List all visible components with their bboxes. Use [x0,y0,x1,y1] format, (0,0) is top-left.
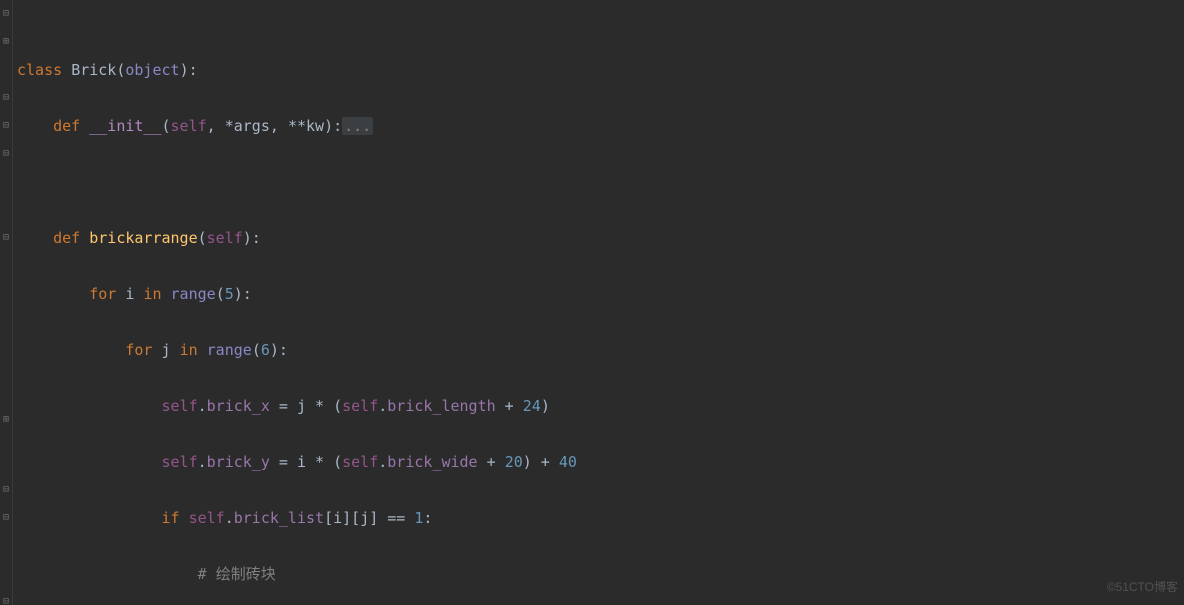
keyword-class: class [17,61,62,79]
fold-gutter[interactable]: ⊟ ⊞ ⊟ ⊟ ⊟ ⊟ ⊞ ⊟ ⊟ ⊟ [0,0,13,605]
fold-toggle-icon[interactable]: ⊟ [1,513,11,523]
fold-toggle-icon[interactable]: ⊟ [1,93,11,103]
self-param: self [171,117,207,135]
code-area[interactable]: class Brick(object): def __init__(self, … [13,0,1184,605]
code-line: self.brick_x = j * (self.brick_length + … [17,392,1184,420]
code-editor[interactable]: ⊟ ⊞ ⊟ ⊟ ⊟ ⊟ ⊞ ⊟ ⊟ ⊟ class Brick(object): def __in… [0,0,1184,605]
code-line: class Brick(object): [17,56,1184,84]
fold-toggle-icon[interactable]: ⊟ [1,9,11,19]
fold-toggle-icon[interactable]: ⊞ [1,415,11,425]
comment-line: # 绘制砖块 [17,560,1184,588]
code-line: for j in range(6): [17,336,1184,364]
code-line: for i in range(5): [17,280,1184,308]
dunder-init: __init__ [89,117,161,135]
class-name: Brick [71,61,116,79]
keyword-def: def [53,117,80,135]
code-line: self.brick_y = i * (self.brick_wide + 20… [17,448,1184,476]
code-line: def __init__(self, *args, **kw):... [17,112,1184,140]
fold-ellipsis[interactable]: ... [342,117,373,135]
code-line: def brickarrange(self): [17,224,1184,252]
fold-toggle-icon[interactable]: ⊟ [1,149,11,159]
blank-line [17,168,1184,196]
watermark-label: ©51CTO博客 [1107,573,1178,601]
fold-toggle-icon[interactable]: ⊟ [1,597,11,605]
fold-toggle-icon[interactable]: ⊟ [1,233,11,243]
builtin-object: object [125,61,179,79]
fold-toggle-icon[interactable]: ⊟ [1,485,11,495]
fold-toggle-icon[interactable]: ⊟ [1,121,11,131]
fold-toggle-icon[interactable]: ⊞ [1,37,11,47]
method-name: brickarrange [89,229,197,247]
code-line: if self.brick_list[i][j] == 1: [17,504,1184,532]
